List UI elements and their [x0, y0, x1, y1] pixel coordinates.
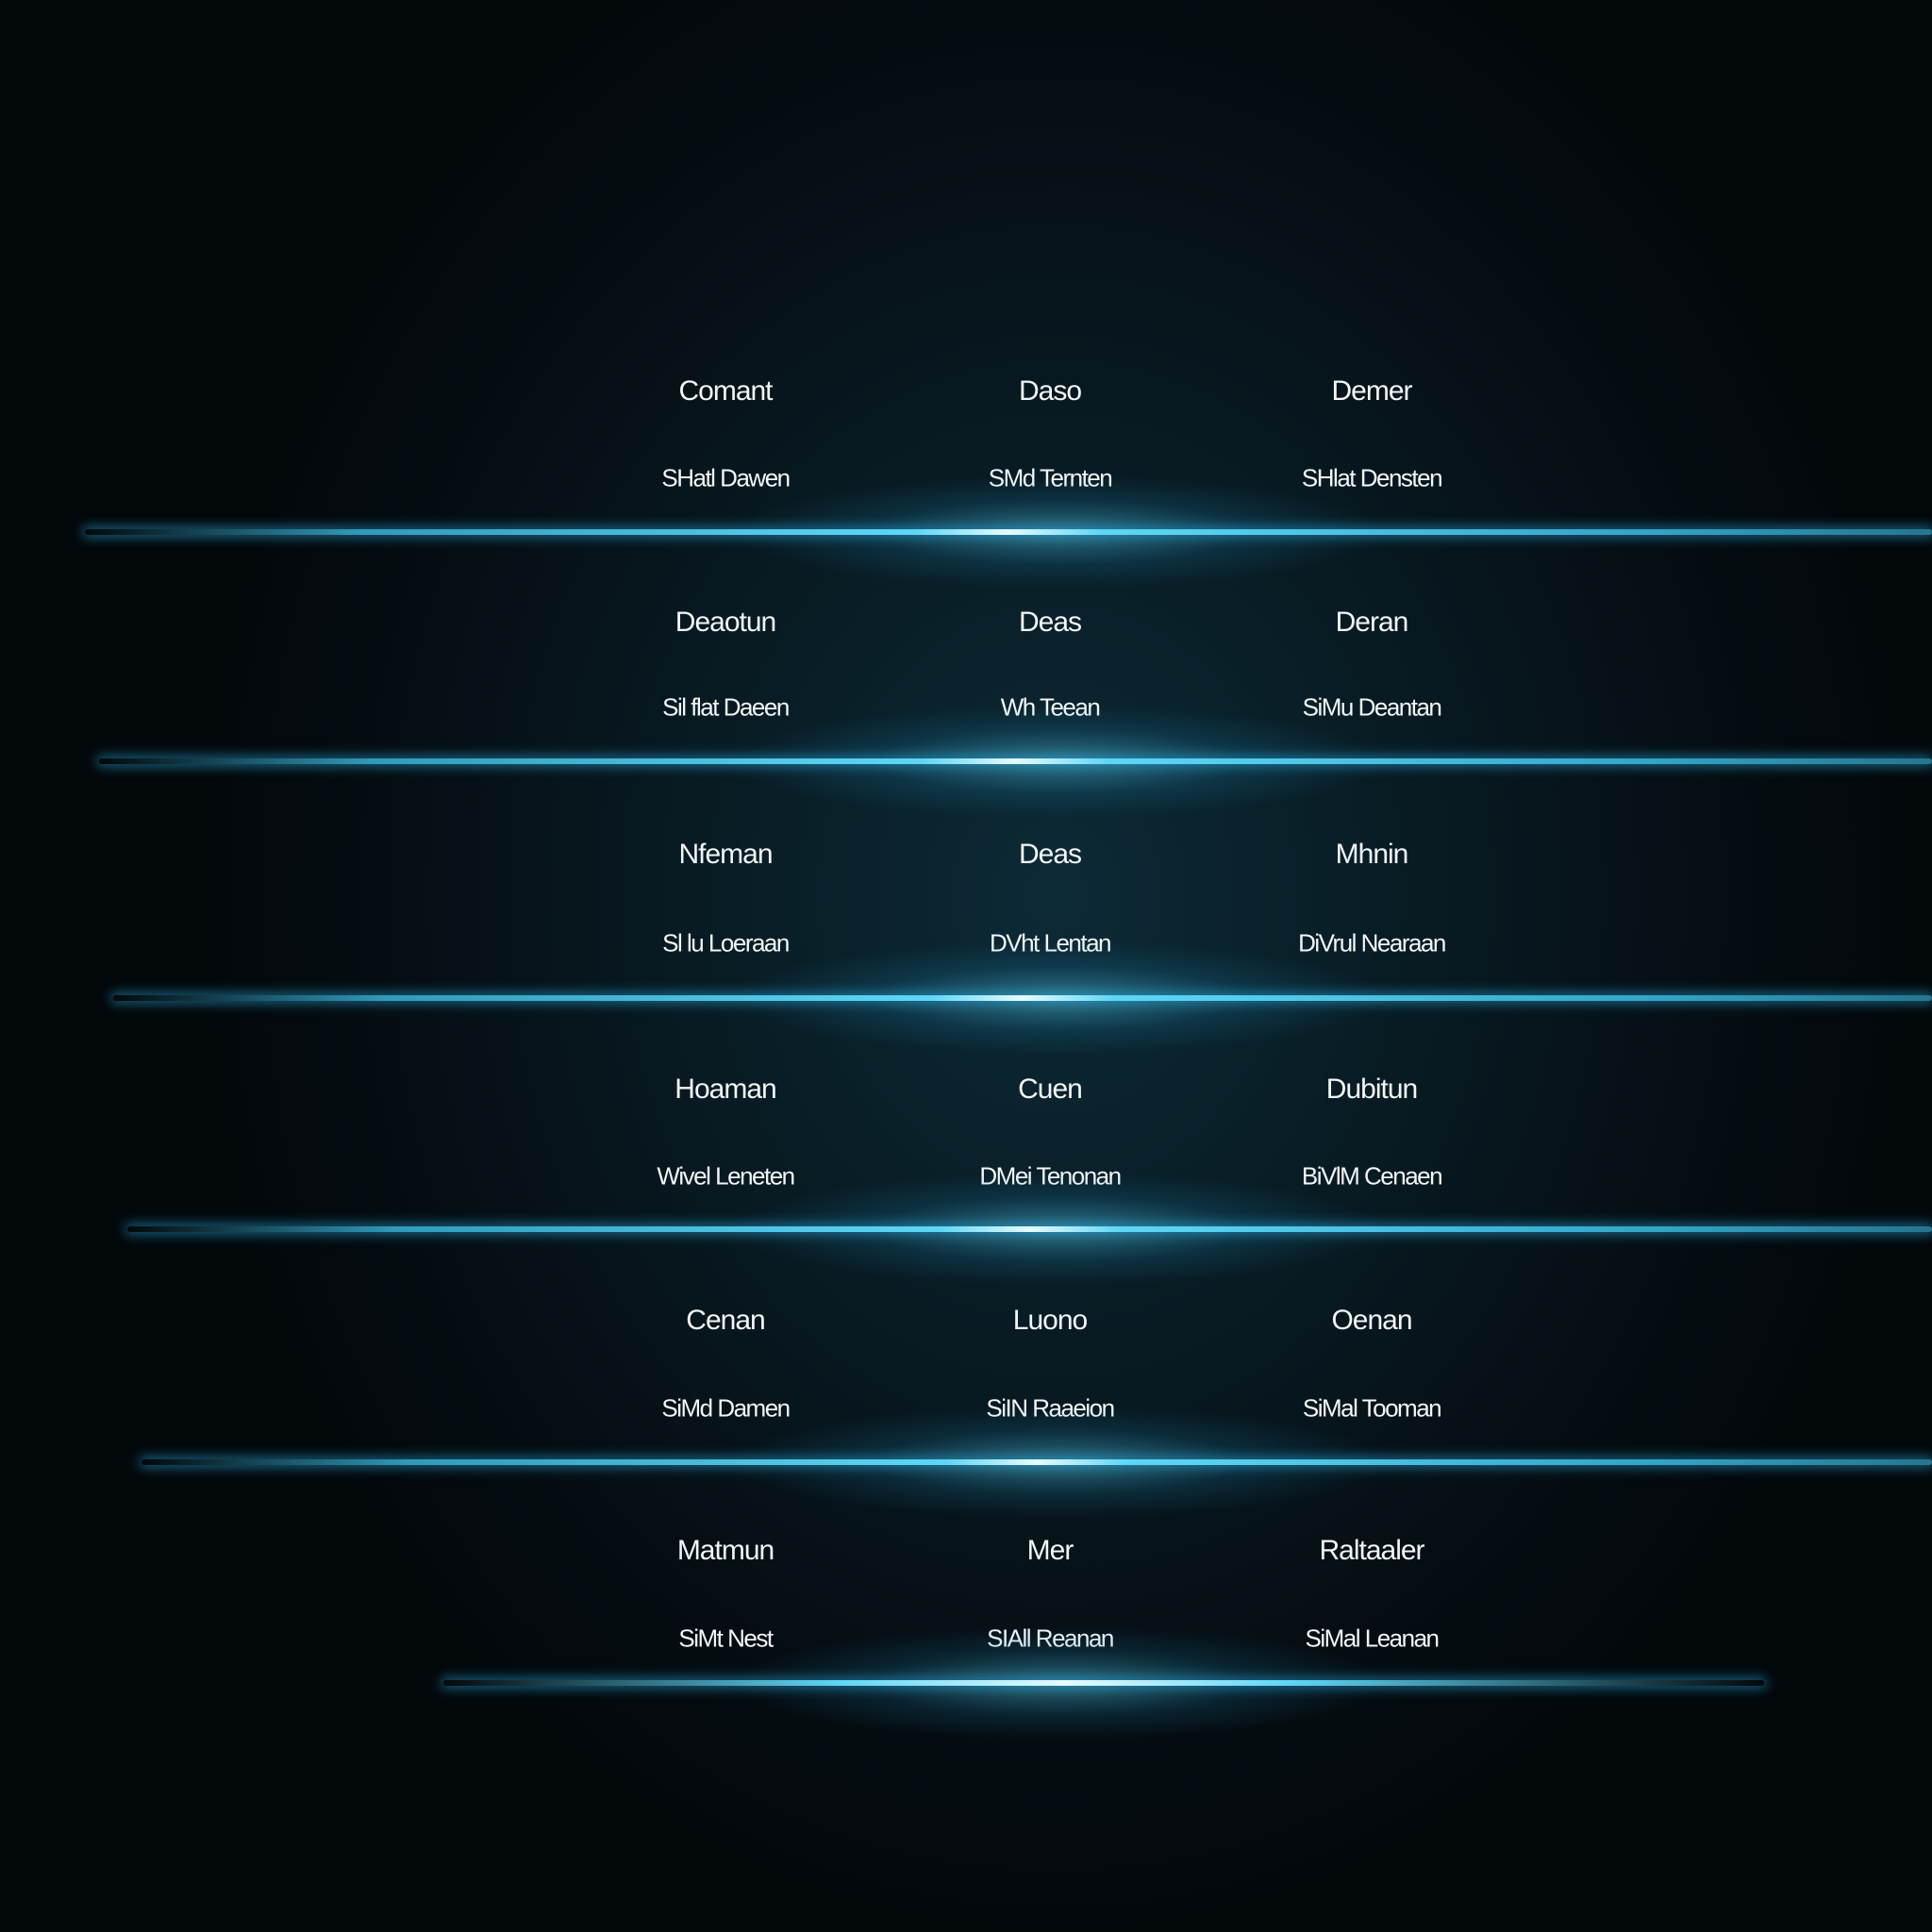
row-3-col-2-subtitle: DVht Lentan	[989, 928, 1112, 958]
row-4-col-2-title: Cuen	[1018, 1074, 1083, 1105]
row-3-col-1-title: Nfeman	[678, 839, 773, 870]
row-1-col-1-subtitle: SHatl Dawen	[661, 463, 791, 492]
glowing-divider-line	[127, 1226, 1932, 1232]
row-5-col-1-subtitle: SiMd Damen	[661, 1393, 791, 1423]
row-2-col-2-subtitle: Wh Teean	[1000, 692, 1101, 722]
row-6-col-1-subtitle: SiMt Nest	[678, 1624, 774, 1653]
glowing-divider-line	[99, 758, 1932, 764]
glowing-divider-line	[113, 995, 1932, 1001]
row-5-col-3-subtitle: SiMal Tooman	[1302, 1393, 1442, 1423]
row-3-col-1-subtitle: Sl lu Loeraan	[662, 928, 790, 958]
glowing-divider-line	[142, 1459, 1932, 1465]
glowing-divider-line	[443, 1680, 1764, 1686]
glowing-divider-line	[85, 529, 1932, 535]
row-2-col-1-title: Deaotun	[675, 607, 776, 638]
row-1-col-3-subtitle: SHlat Densten	[1301, 463, 1443, 492]
row-1-col-2-title: Daso	[1018, 375, 1082, 407]
row-1-col-2-subtitle: SMd Ternten	[988, 463, 1113, 492]
row-5-col-1-title: Cenan	[686, 1305, 765, 1336]
row-4-col-1-subtitle: Wivel Leneten	[657, 1161, 795, 1191]
row-4-col-2-subtitle: DMei Tenonan	[979, 1161, 1122, 1191]
row-6-col-3-subtitle: SiMal Leanan	[1305, 1624, 1441, 1653]
row-4-col-3-subtitle: BiVlM Cenaen	[1301, 1161, 1443, 1191]
row-6-col-2-title: Mer	[1026, 1535, 1074, 1566]
row-6-col-2-subtitle: SIAll Reanan	[987, 1624, 1114, 1653]
row-3-col-3-subtitle: DiVrul Nearaan	[1298, 928, 1446, 958]
row-4-col-3-title: Dubitun	[1325, 1074, 1418, 1105]
row-3-col-2-title: Deas	[1018, 839, 1082, 870]
row-4-col-1-title: Hoaman	[675, 1074, 776, 1105]
row-6-col-1-title: Matmun	[676, 1535, 774, 1566]
row-5-col-2-subtitle: SiIN Raaeion	[986, 1393, 1115, 1423]
row-1-col-3-title: Demer	[1331, 375, 1412, 407]
row-6-col-3-title: Raltaaler	[1319, 1535, 1424, 1566]
row-3-col-3-title: Mhnin	[1335, 839, 1409, 870]
row-2-col-1-subtitle: Sil flat Daeen	[662, 692, 790, 722]
row-1-col-1-title: Comant	[678, 375, 773, 407]
row-2-col-3-subtitle: SiMu Deantan	[1302, 692, 1442, 722]
row-2-col-3-title: Deran	[1335, 607, 1409, 638]
row-5-col-3-title: Oenan	[1331, 1305, 1412, 1336]
row-5-col-2-title: Luono	[1012, 1305, 1088, 1336]
row-2-col-2-title: Deas	[1018, 607, 1082, 638]
